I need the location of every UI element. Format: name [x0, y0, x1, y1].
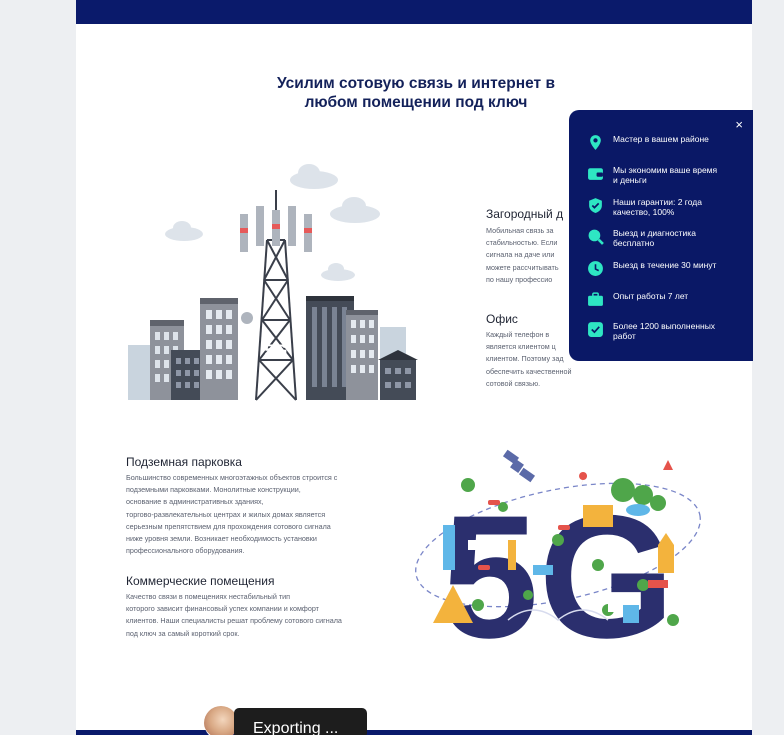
checkbox-icon	[588, 322, 603, 337]
section-text-commercial: Качество связи в помещениях нестабильный…	[126, 591, 342, 640]
text-line: профессионального оборудования.	[126, 546, 245, 556]
section-heading-parking: Подземная парковка	[126, 455, 242, 469]
benefit-text: Выезд в течение 30 минут	[613, 260, 717, 270]
section-heading-office: Офис	[486, 312, 518, 326]
benefits-popup: × Мастер в вашем районе Мы экономим ваше…	[569, 110, 753, 361]
section-text-parking: Большинство современных многоэтажных объ…	[126, 472, 337, 557]
close-icon[interactable]: ×	[735, 117, 743, 132]
benefit-item: Выезд в течение 30 минут	[587, 260, 723, 277]
text-line: является клиентом ц	[486, 342, 556, 352]
text-line: клиентов. Наши специалисты решат проблем…	[126, 616, 342, 626]
text-line: серьезным препятствием для прохождения с…	[126, 521, 331, 531]
benefit-text: Выезд и диагностика бесплатно	[613, 228, 696, 249]
search-icon	[588, 229, 604, 245]
section-text-country-house: Мобильная связь за стабильностью. Если с…	[486, 225, 559, 286]
text-line: сигнала на даче или	[486, 250, 555, 260]
benefit-item: Мы экономим ваше время и деньги	[587, 165, 723, 186]
export-status-badge: Exporting ...	[234, 708, 367, 735]
text-line: Качество связи в помещениях нестабильный…	[126, 592, 291, 601]
benefit-text: Опыт работы 7 лет	[613, 291, 689, 301]
benefit-text: Наши гарантии: 2 года качество, 100%	[613, 197, 702, 218]
briefcase-icon	[588, 292, 603, 306]
location-pin-icon	[590, 135, 601, 150]
text-line: сотовой связью.	[486, 378, 541, 388]
wallet-icon	[588, 168, 603, 180]
benefit-item: Выезд и диагностика бесплатно	[587, 228, 723, 249]
text-line: Большинство современных многоэтажных объ…	[126, 473, 338, 482]
clock-icon	[588, 261, 603, 276]
avatar	[204, 706, 238, 735]
text-line: под ключ за самый короткий срок.	[126, 628, 240, 638]
header-band	[76, 0, 752, 24]
shield-check-icon	[589, 198, 602, 213]
text-line: клиентом. Поэтому зад	[486, 354, 564, 364]
text-line: Мобильная связь за	[486, 226, 554, 235]
cell-tower-illustration: 5G	[128, 164, 418, 401]
page-title-line-1: Усилим сотовую связь и интернет в	[277, 75, 555, 92]
text-line: обеспечить качественной	[486, 366, 572, 376]
text-line: основание в административных зданиях,	[126, 497, 264, 507]
text-line: подземными парковками. Монолитные констр…	[126, 485, 301, 495]
benefit-item: Мастер в вашем районе	[587, 134, 723, 151]
section-heading-commercial: Коммерческие помещения	[126, 574, 275, 588]
text-line: которого зависит финансовый успех компан…	[126, 604, 319, 614]
viewport: Усилим сотовую связь и интернет в любом …	[0, 0, 784, 735]
benefit-item: Более 1200 выполненных работ	[587, 321, 723, 342]
text-line: торгово-развлекательных центрах и жилых …	[126, 509, 326, 519]
benefit-item: Опыт работы 7 лет	[587, 291, 723, 308]
page-title-line-2: любом помещении под ключ	[304, 94, 528, 111]
benefit-item: Наши гарантии: 2 года качество, 100%	[587, 197, 723, 218]
text-line: стабильностью. Если	[486, 238, 558, 248]
benefit-text: Мастер в вашем районе	[613, 134, 709, 144]
benefit-text: Более 1200 выполненных работ	[613, 321, 716, 342]
text-line: Каждый телефон в	[486, 330, 550, 339]
section-text-office: Каждый телефон в является клиентом ц кли…	[486, 329, 572, 390]
tower-5g-label: 5G	[265, 341, 288, 360]
footer-band	[76, 730, 752, 735]
page-title: Усилим сотовую связь и интернет в любом …	[236, 74, 596, 112]
section-heading-country-house: Загородный д	[486, 207, 564, 221]
text-line: можете рассчитывать	[486, 262, 559, 272]
text-line: по нашу профессио	[486, 274, 553, 284]
text-line: ниже уровня земли. Возникает необходимос…	[126, 534, 317, 544]
5g-city-illustration: 5G	[415, 449, 701, 650]
benefit-text: Мы экономим ваше время и деньги	[613, 165, 718, 186]
